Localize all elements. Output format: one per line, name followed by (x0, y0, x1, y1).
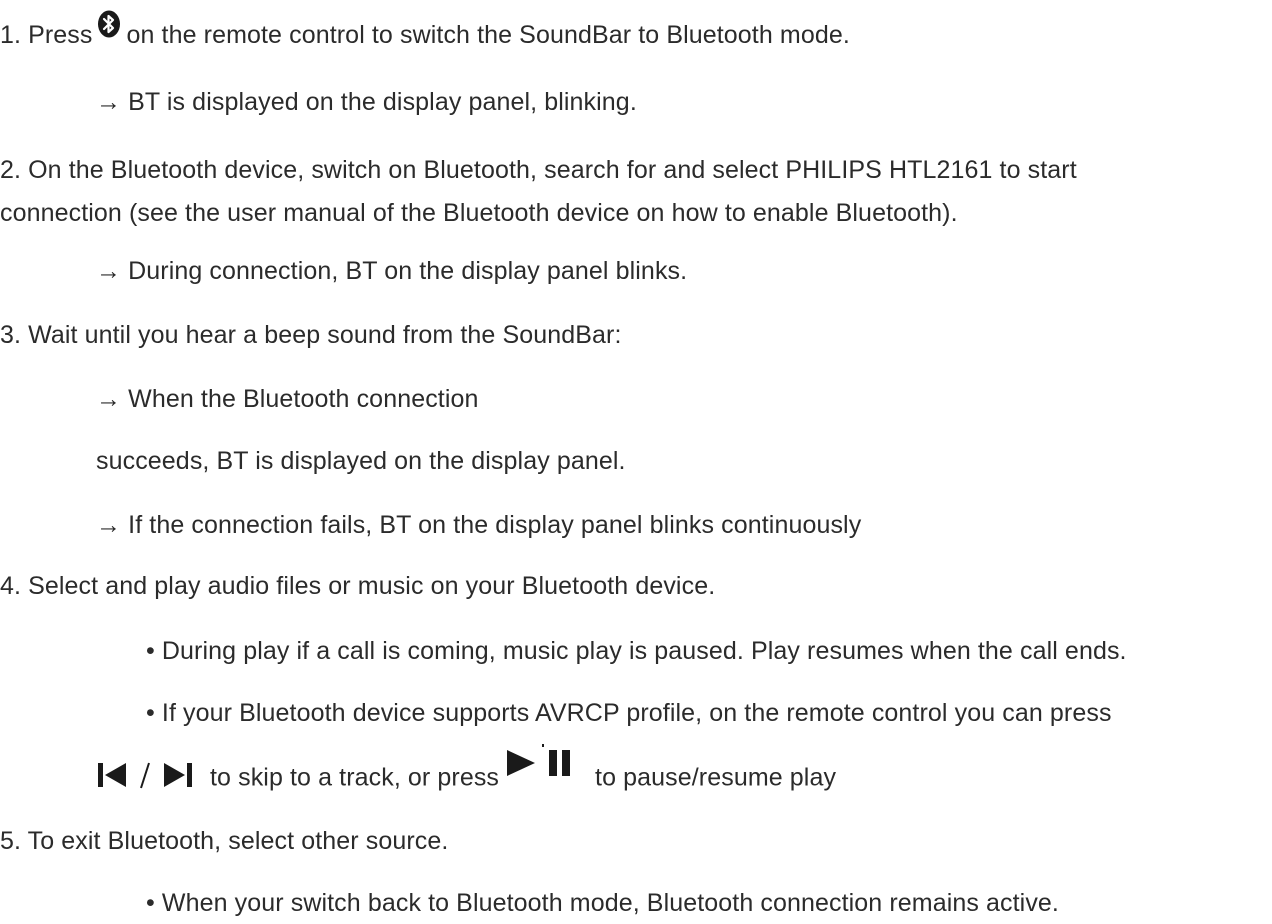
step-3-success-2: succeeds, BT is displayed on the display… (96, 447, 626, 475)
bluetooth-icon (97, 10, 121, 38)
step-4-note-1: • During play if a call is coming, music… (146, 637, 1127, 665)
step-4-note-2: • If your Bluetooth device supports AVRC… (146, 699, 1112, 727)
step-2-result: → During connection, BT on the display p… (96, 257, 688, 285)
step-5-note: • When your switch back to Bluetooth mod… (146, 889, 1059, 917)
step-1-result: → BT is displayed on the display panel, … (96, 88, 637, 116)
step-2-line-2: connection (see the user manual of the B… (0, 199, 958, 227)
step-4-line: 4. Select and play audio files or music … (0, 572, 716, 600)
step-3-success-1: → When the Bluetooth connection (96, 385, 479, 413)
step-3-line: 3. Wait until you hear a beep sound from… (0, 321, 622, 349)
step-1-prefix: 1. Press (0, 21, 93, 49)
play-pause-icon (505, 744, 589, 778)
step-2-line-1: 2. On the Bluetooth device, switch on Bl… (0, 156, 1077, 184)
step-3-fail: → If the connection fails, BT on the dis… (96, 511, 862, 539)
skip-instruction: to skip to a track, or press (210, 763, 500, 792)
pause-resume-instruction: to pause/resume play (595, 763, 837, 792)
step-4-note-2-continued: to skip to a track, or press to pause/re… (96, 744, 837, 796)
step-1-suffix: on the remote control to switch the Soun… (126, 21, 850, 49)
previous-next-icon (96, 760, 202, 790)
step-5-line: 5. To exit Bluetooth, select other sourc… (0, 827, 449, 855)
step-1-line: 1. Press on the remote control to switch … (0, 10, 850, 50)
